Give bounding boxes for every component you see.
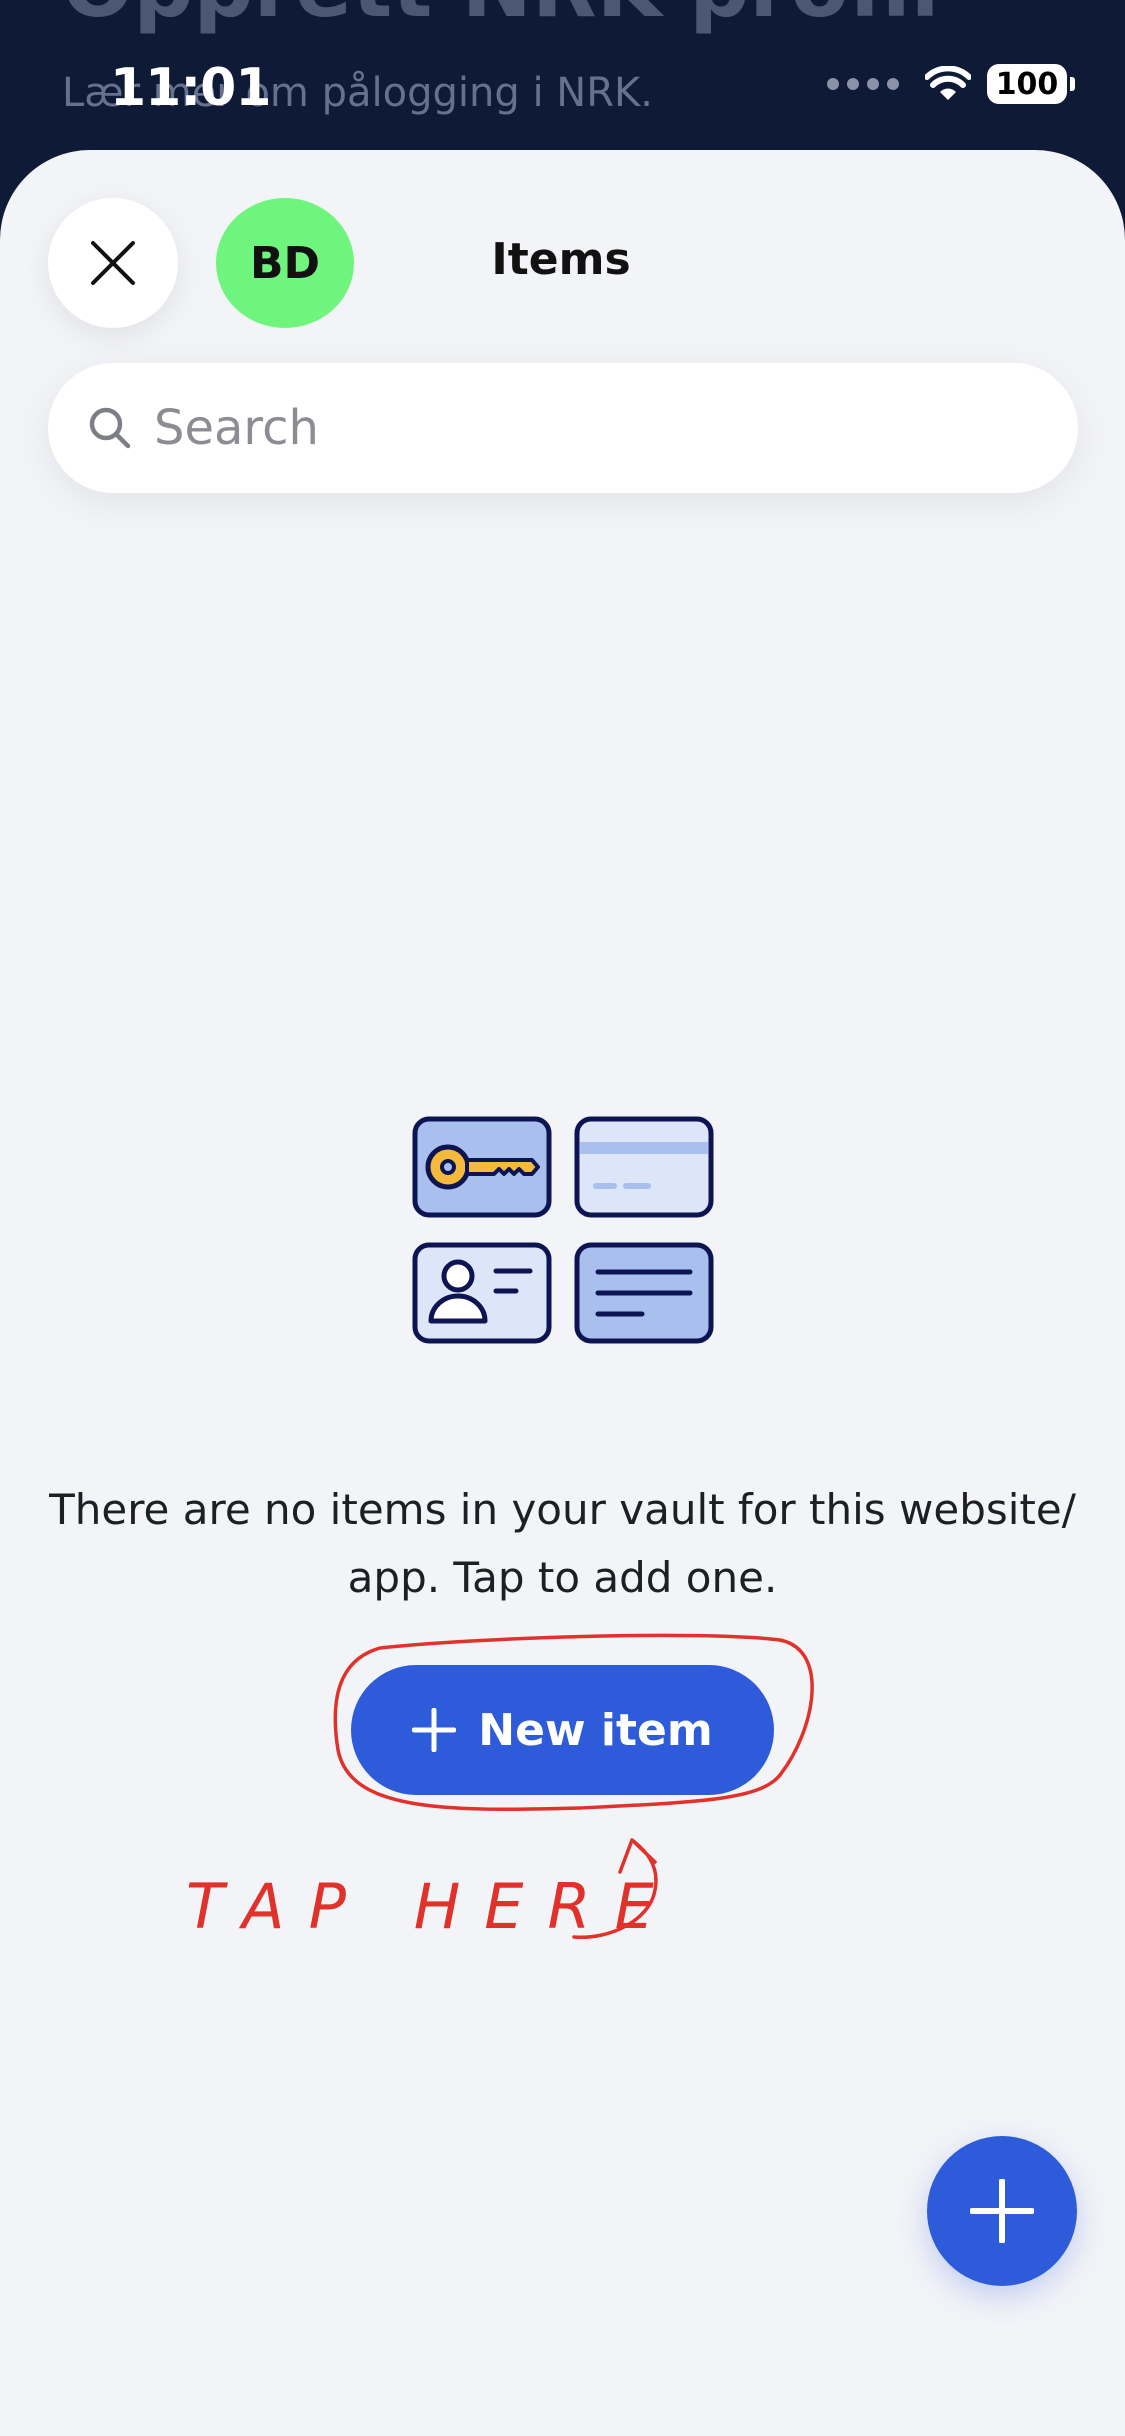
search-icon — [86, 404, 134, 452]
signal-icon — [827, 78, 899, 90]
status-bar-right: 100 — [827, 64, 1075, 104]
items-sheet: BD Items Search There are no items in yo… — [0, 150, 1125, 2436]
search-bar[interactable] — [48, 363, 1078, 493]
new-item-button[interactable]: New item — [351, 1665, 774, 1795]
note-card-icon — [574, 1242, 714, 1344]
empty-state-message: There are no items in your vault for thi… — [49, 1485, 1076, 1602]
background-title: Opprett NRK-profil — [62, 0, 940, 36]
key-card-icon — [412, 1116, 552, 1218]
battery-indicator: 100 — [987, 64, 1075, 104]
status-time: 11:01 — [110, 58, 272, 118]
page-title: Items — [491, 234, 631, 285]
credit-card-icon — [574, 1116, 714, 1218]
account-avatar[interactable]: BD — [216, 198, 354, 328]
plus-icon — [412, 1708, 457, 1752]
close-button[interactable] — [48, 198, 178, 328]
vault-items-illustration — [412, 1116, 714, 1344]
add-item-fab[interactable] — [927, 2136, 1077, 2286]
search-input[interactable] — [152, 399, 1036, 457]
identity-card-icon — [412, 1242, 552, 1344]
wifi-icon — [925, 66, 971, 100]
annotation-tap-here: TAP HERE — [186, 1870, 678, 1943]
plus-icon — [970, 2179, 1034, 2243]
new-item-label: New item — [478, 1704, 713, 1756]
close-icon — [91, 241, 135, 285]
